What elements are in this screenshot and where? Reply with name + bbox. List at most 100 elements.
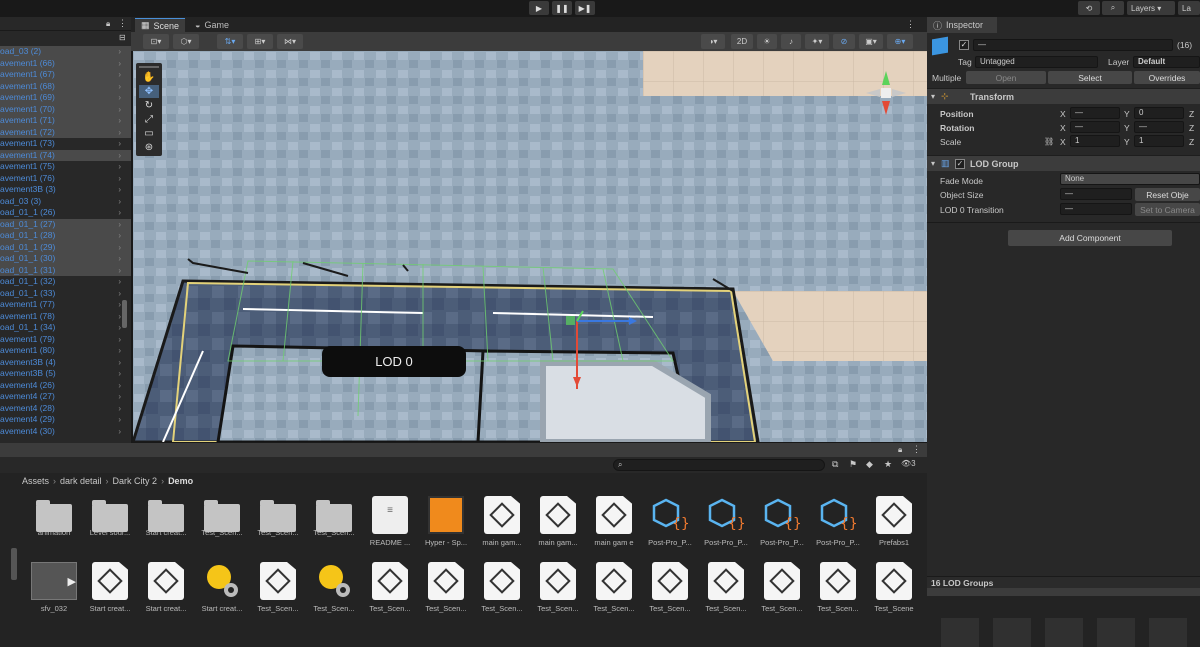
- active-checkbox[interactable]: ✓: [959, 40, 969, 50]
- hierarchy-item[interactable]: avement1 (79) ›: [0, 334, 131, 346]
- asset-item[interactable]: animation: [27, 496, 81, 556]
- hierarchy-item[interactable]: avement1 (76) ›: [0, 173, 131, 185]
- asset-item[interactable]: Start creat...: [139, 496, 193, 556]
- hierarchy-item[interactable]: oad_03 (3) ›: [0, 196, 131, 208]
- hierarchy-item[interactable]: avement1 (78) ›: [0, 311, 131, 323]
- hierarchy-item[interactable]: avement1 (68) ›: [0, 80, 131, 93]
- expand-arrow-icon[interactable]: ›: [118, 115, 121, 127]
- expand-arrow-icon[interactable]: ›: [118, 368, 121, 380]
- asset-item[interactable]: ≡ README ...: [363, 496, 417, 556]
- hierarchy-item[interactable]: avement1 (69) ›: [0, 92, 131, 104]
- lighting-icon[interactable]: ☀: [757, 34, 777, 49]
- hierarchy-scrollbar[interactable]: [122, 300, 127, 328]
- lod0-transition-field[interactable]: —: [1060, 203, 1132, 215]
- expand-arrow-icon[interactable]: ›: [118, 403, 121, 415]
- hierarchy-item[interactable]: avement4 (28) ›: [0, 403, 131, 415]
- rotate-tool-icon[interactable]: ↻: [139, 99, 159, 112]
- hierarchy-item[interactable]: avement3B (5) ›: [0, 368, 131, 380]
- expand-arrow-icon[interactable]: ›: [118, 150, 121, 162]
- scene-viewport[interactable]: [133, 51, 927, 442]
- asset-item[interactable]: main gam e: [587, 496, 641, 556]
- object-size-field[interactable]: —: [1060, 188, 1132, 200]
- tab-inspector[interactable]: ⓘ Inspector: [927, 17, 997, 33]
- asset-item[interactable]: Test_Scen...: [475, 562, 529, 622]
- expand-arrow-icon[interactable]: ›: [118, 426, 121, 438]
- expand-arrow-icon[interactable]: ›: [118, 104, 121, 116]
- play-button[interactable]: ▶: [529, 1, 549, 15]
- expand-arrow-icon[interactable]: ›: [118, 81, 121, 93]
- asset-item[interactable]: {} Post-Pro_P...: [643, 496, 697, 556]
- hierarchy-item[interactable]: oad_01_1 (34) ›: [0, 322, 131, 334]
- draw-mode-dropdown[interactable]: ⊡▾: [143, 34, 169, 49]
- hierarchy-item[interactable]: avement3B (3) ›: [0, 184, 131, 196]
- camera-dropdown[interactable]: ▣▾: [859, 34, 883, 49]
- expand-arrow-icon[interactable]: ›: [118, 230, 121, 242]
- reset-object-size-button[interactable]: Reset Obje: [1135, 188, 1200, 201]
- expand-arrow-icon[interactable]: ›: [118, 184, 121, 196]
- hierarchy-item[interactable]: avement1 (75) ›: [0, 161, 131, 173]
- asset-item[interactable]: Test_Scen...: [251, 496, 305, 556]
- asset-item[interactable]: Test_Scen...: [755, 562, 809, 622]
- menu-icon[interactable]: ⋮: [906, 19, 915, 30]
- lock-icon[interactable]: 🔒︎: [898, 445, 902, 455]
- expand-arrow-icon[interactable]: ›: [118, 357, 121, 369]
- pivot-dropdown[interactable]: ⇅▾: [217, 34, 243, 49]
- search-by-label-icon[interactable]: ⚑: [849, 459, 857, 470]
- expand-arrow-icon[interactable]: ›: [118, 391, 121, 403]
- hierarchy-item[interactable]: avement1 (74) ›: [0, 149, 131, 162]
- layout-dropdown[interactable]: La: [1178, 1, 1200, 15]
- expand-arrow-icon[interactable]: ›: [118, 322, 121, 334]
- hierarchy-item[interactable]: oad_01_1 (30) ›: [0, 253, 131, 265]
- transform-header[interactable]: ▾ ⊹ Transform: [927, 88, 1200, 104]
- add-component-button[interactable]: Add Component: [1008, 230, 1172, 246]
- expand-arrow-icon[interactable]: ›: [118, 127, 121, 139]
- effects-dropdown[interactable]: ✦▾: [805, 34, 829, 49]
- hierarchy-item[interactable]: avement4 (27) ›: [0, 391, 131, 403]
- pos-y-field[interactable]: 0: [1134, 107, 1184, 119]
- expand-arrow-icon[interactable]: ›: [118, 207, 121, 219]
- asset-item[interactable]: Level sour...: [83, 496, 137, 556]
- project-search-input[interactable]: ⌕: [613, 459, 825, 471]
- asset-item[interactable]: {} Post-Pro_P...: [755, 496, 809, 556]
- gizmos-dropdown[interactable]: ⊕▾: [887, 34, 913, 49]
- search-by-type-icon[interactable]: ⧉: [832, 459, 838, 470]
- asset-item[interactable]: Test_Scen...: [195, 496, 249, 556]
- pos-x-field[interactable]: —: [1070, 107, 1120, 119]
- audio-icon[interactable]: ♪: [781, 34, 801, 49]
- expand-arrow-icon[interactable]: ›: [118, 299, 121, 311]
- hierarchy-item[interactable]: avement1 (73) ›: [0, 138, 131, 150]
- asset-item[interactable]: main gam...: [531, 496, 585, 556]
- scale-x-field[interactable]: 1: [1070, 135, 1120, 147]
- overrides-button[interactable]: Overrides: [1134, 71, 1200, 84]
- expand-arrow-icon[interactable]: ›: [118, 276, 121, 288]
- search-icon[interactable]: ⌕: [1102, 1, 1124, 15]
- hierarchy-item[interactable]: oad_01_1 (28) ›: [0, 230, 131, 242]
- toolbar-handle[interactable]: [139, 66, 159, 68]
- asset-item[interactable]: Start creat...: [195, 562, 249, 622]
- breadcrumb-assets[interactable]: Assets: [22, 476, 49, 486]
- scale-tool-icon[interactable]: ⤢: [139, 113, 159, 126]
- render-mode-dropdown[interactable]: ⬡▾: [173, 34, 199, 49]
- expand-arrow-icon[interactable]: ›: [118, 138, 121, 150]
- breadcrumb-demo[interactable]: Demo: [168, 476, 193, 486]
- breadcrumb-dark-detail[interactable]: dark detail: [60, 476, 102, 486]
- menu-icon[interactable]: ⋮: [118, 18, 127, 29]
- expand-arrow-icon[interactable]: ›: [118, 380, 121, 392]
- expand-arrow-icon[interactable]: ›: [118, 242, 121, 254]
- asset-item[interactable]: Test_Scene: [867, 562, 921, 622]
- shading-dropdown[interactable]: ◑▾: [701, 34, 725, 49]
- move-tool-icon[interactable]: ✥: [139, 85, 159, 98]
- 2d-toggle[interactable]: 2D: [731, 34, 753, 49]
- asset-item[interactable]: {} Post-Pro_P...: [811, 496, 865, 556]
- set-to-camera-button[interactable]: Set to Camera: [1135, 203, 1200, 216]
- rect-tool-icon[interactable]: ▭: [139, 127, 159, 140]
- select-button[interactable]: Select: [1048, 71, 1132, 84]
- asset-item[interactable]: Prefabs1: [867, 496, 921, 556]
- asset-item[interactable]: ▶ sfv_032: [27, 562, 81, 622]
- expand-arrow-icon[interactable]: ›: [118, 345, 121, 357]
- expand-arrow-icon[interactable]: ›: [118, 253, 121, 265]
- expand-arrow-icon[interactable]: ›: [118, 219, 121, 231]
- layer-dropdown[interactable]: Default: [1133, 56, 1200, 68]
- link-icon[interactable]: ⛓: [1044, 137, 1054, 146]
- pause-button[interactable]: ❚❚: [552, 1, 572, 15]
